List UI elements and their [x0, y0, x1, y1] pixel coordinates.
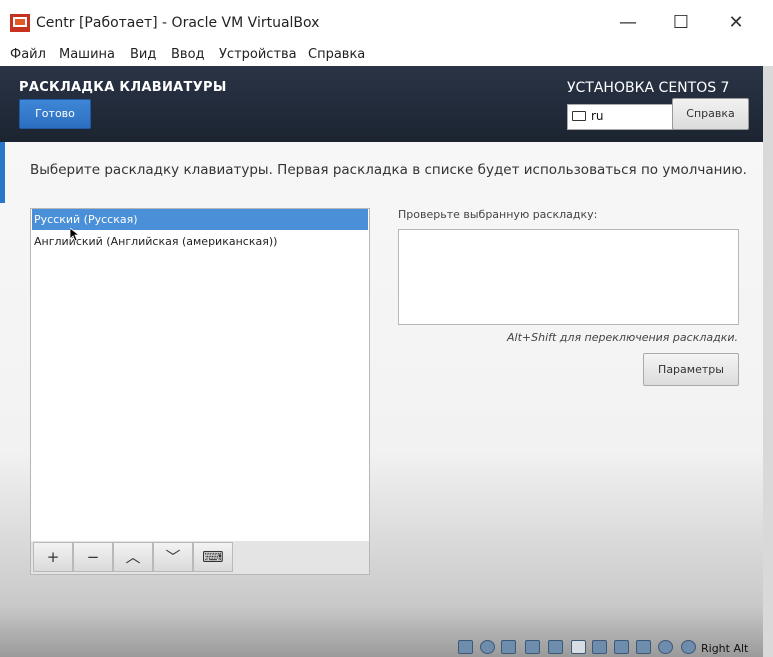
layout-item-russian[interactable]: Русский (Русская) — [32, 209, 368, 230]
install-title: УСТАНОВКА CENTOS 7 — [567, 80, 730, 96]
shared-folders-icon[interactable] — [571, 640, 586, 654]
video-capture-icon[interactable] — [614, 640, 629, 654]
screen-title: РАСКЛАДКА КЛАВИАТУРЫ — [19, 80, 227, 95]
virtualbox-app-icon — [10, 14, 30, 32]
mouse-cursor-icon — [70, 228, 80, 242]
move-up-button[interactable]: ︿ — [113, 542, 153, 572]
optical-drive-icon[interactable] — [480, 640, 495, 654]
add-layout-button[interactable]: + — [33, 542, 73, 572]
display-icon[interactable] — [592, 640, 607, 654]
move-down-button[interactable]: ﹀ — [153, 542, 193, 572]
maximize-button[interactable]: ☐ — [658, 8, 704, 38]
layout-item-english[interactable]: Английский (Английская (американская)) — [32, 231, 368, 252]
remove-layout-button[interactable]: − — [73, 542, 113, 572]
keyboard-layout-value: ru — [591, 109, 604, 123]
menu-machine[interactable]: Машина — [59, 47, 115, 62]
done-button[interactable]: Готово — [19, 99, 91, 129]
test-layout-input[interactable] — [398, 229, 739, 325]
layout-list[interactable]: Русский (Русская) Английский (Английская… — [30, 208, 370, 543]
menu-bar — [0, 44, 773, 66]
instructions-text: Выберите раскладку клавиатуры. Первая ра… — [30, 162, 747, 178]
help-button[interactable]: Справка — [672, 98, 749, 130]
guest-screen-edge — [763, 66, 773, 657]
menu-devices[interactable]: Устройства — [219, 47, 297, 62]
menu-input[interactable]: Ввод — [171, 47, 205, 62]
keyboard-preview-button[interactable]: ⌨ — [193, 542, 233, 572]
host-key-label: Right Alt — [701, 642, 749, 655]
keyboard-icon — [572, 111, 586, 121]
network-icon[interactable] — [525, 640, 540, 654]
menu-view[interactable]: Вид — [130, 47, 156, 62]
window-title: Centr [Работает] - Oracle VM VirtualBox — [36, 15, 320, 31]
minimize-button[interactable]: — — [605, 8, 651, 38]
menu-help[interactable]: Справка — [308, 47, 365, 62]
test-layout-label: Проверьте выбранную раскладку: — [398, 208, 598, 221]
switch-hint: Alt+Shift для переключения раскладки. — [507, 331, 738, 344]
close-button[interactable]: ✕ — [713, 8, 759, 38]
options-button[interactable]: Параметры — [643, 353, 739, 386]
host-key-icon — [681, 640, 696, 654]
mouse-integration-icon[interactable] — [658, 640, 673, 654]
menu-file[interactable]: Файл — [10, 47, 46, 62]
usb-icon[interactable] — [548, 640, 563, 654]
hdd-icon[interactable] — [458, 640, 473, 654]
vt-x-icon — [636, 640, 651, 654]
accent-stripe — [0, 142, 5, 203]
audio-icon[interactable] — [501, 640, 516, 654]
